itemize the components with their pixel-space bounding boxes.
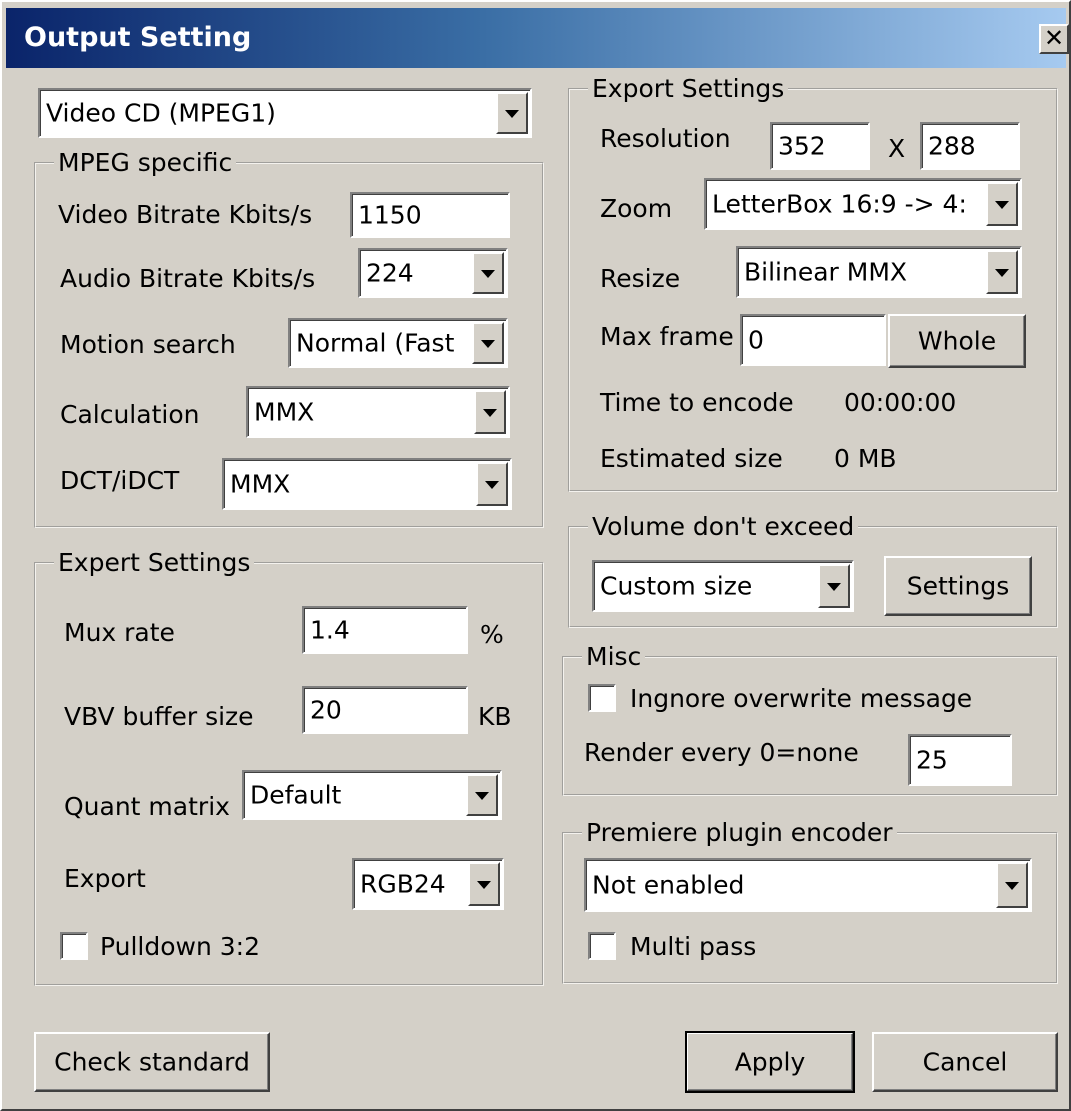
resolution-width-field[interactable]: 352	[770, 122, 870, 170]
quant-matrix-value: Default	[250, 780, 342, 810]
misc-legend: Misc	[582, 642, 646, 671]
resize-value: Bilinear MMX	[744, 257, 908, 287]
chevron-down-icon[interactable]	[996, 862, 1028, 908]
resolution-width-value: 352	[778, 131, 826, 161]
volume-settings-button[interactable]: Settings	[884, 556, 1032, 616]
pulldown-checkbox[interactable]	[60, 932, 88, 960]
chevron-down-icon[interactable]	[468, 862, 500, 906]
premiere-encoder-select[interactable]: Not enabled	[584, 858, 1032, 912]
expert-settings-legend: Expert Settings	[54, 548, 255, 577]
format-select[interactable]: Video CD (MPEG1)	[38, 88, 532, 138]
time-to-encode-label: Time to encode	[600, 388, 794, 417]
estimated-size-value: 0 MB	[834, 444, 897, 473]
motion-search-value: Normal (Fast	[296, 328, 455, 358]
resize-select[interactable]: Bilinear MMX	[736, 246, 1022, 298]
quant-matrix-select[interactable]: Default	[242, 770, 502, 820]
estimated-size-label: Estimated size	[600, 444, 783, 473]
chevron-down-icon[interactable]	[472, 252, 504, 294]
resolution-height-field[interactable]: 288	[920, 122, 1020, 170]
audio-bitrate-select[interactable]: 224	[358, 248, 508, 298]
format-select-value: Video CD (MPEG1)	[46, 98, 276, 128]
zoom-value: LetterBox 16:9 -> 4:	[712, 189, 967, 219]
max-frame-label: Max frame	[600, 322, 734, 351]
chevron-down-icon[interactable]	[986, 250, 1018, 294]
cancel-button[interactable]: Cancel	[872, 1032, 1058, 1092]
pulldown-label[interactable]: Pulldown 3:2	[100, 932, 260, 961]
chevron-down-icon[interactable]	[986, 182, 1018, 226]
mux-rate-label: Mux rate	[64, 618, 175, 647]
export-format-value: RGB24	[360, 869, 446, 899]
vbv-buffer-value: 20	[310, 695, 342, 725]
close-icon[interactable]: ✕	[1039, 24, 1069, 54]
resolution-x-label: X	[888, 134, 906, 163]
volume-legend: Volume don't exceed	[588, 512, 859, 541]
vbv-buffer-label: VBV buffer size	[64, 702, 254, 731]
dct-label: DCT/iDCT	[60, 466, 180, 495]
multi-pass-checkbox[interactable]	[588, 932, 616, 960]
whole-button-label: Whole	[917, 326, 997, 356]
mpeg-specific-legend: MPEG specific	[54, 148, 237, 177]
ignore-overwrite-checkbox[interactable]	[588, 684, 616, 712]
resolution-label: Resolution	[600, 124, 731, 153]
mux-rate-value: 1.4	[310, 615, 350, 645]
audio-bitrate-label: Audio Bitrate Kbits/s	[60, 264, 316, 293]
zoom-label: Zoom	[600, 194, 673, 223]
export-settings-legend: Export Settings	[588, 74, 789, 103]
multi-pass-label[interactable]: Multi pass	[630, 932, 756, 961]
zoom-select[interactable]: LetterBox 16:9 -> 4:	[704, 178, 1022, 230]
dct-value: MMX	[230, 469, 291, 499]
motion-search-select[interactable]: Normal (Fast	[288, 318, 508, 368]
resize-label: Resize	[600, 264, 681, 293]
dct-select[interactable]: MMX	[222, 458, 512, 510]
render-every-label: Render every 0=none	[584, 738, 859, 767]
chevron-down-icon[interactable]	[476, 462, 508, 506]
chevron-down-icon[interactable]	[496, 92, 528, 134]
apply-label: Apply	[734, 1047, 806, 1077]
render-every-field[interactable]: 25	[908, 734, 1012, 786]
motion-search-label: Motion search	[60, 330, 236, 359]
window-title: Output Setting	[24, 22, 252, 53]
max-frame-value: 0	[748, 325, 764, 355]
chevron-down-icon[interactable]	[818, 564, 850, 608]
premiere-encoder-value: Not enabled	[592, 870, 745, 900]
volume-size-select[interactable]: Custom size	[592, 560, 854, 612]
chevron-down-icon[interactable]	[472, 322, 504, 364]
vbv-buffer-field[interactable]: 20	[302, 686, 468, 734]
volume-size-value: Custom size	[600, 571, 753, 601]
output-setting-dialog: Output Setting ✕ Video CD (MPEG1) MPEG s…	[0, 0, 1071, 1111]
cancel-label: Cancel	[922, 1047, 1008, 1077]
chevron-down-icon[interactable]	[474, 390, 506, 434]
video-bitrate-field[interactable]: 1150	[350, 192, 510, 238]
time-to-encode-value: 00:00:00	[844, 388, 957, 417]
export-format-select[interactable]: RGB24	[352, 858, 504, 910]
check-standard-button[interactable]: Check standard	[34, 1032, 270, 1092]
apply-button[interactable]: Apply	[685, 1031, 855, 1093]
calculation-value: MMX	[254, 397, 315, 427]
vbv-buffer-unit: KB	[478, 702, 512, 731]
title-bar[interactable]: Output Setting ✕	[6, 8, 1069, 68]
render-every-value: 25	[916, 745, 948, 775]
chevron-down-icon[interactable]	[466, 774, 498, 816]
calculation-label: Calculation	[60, 400, 200, 429]
export-format-label: Export	[64, 864, 146, 893]
whole-button[interactable]: Whole	[888, 314, 1026, 368]
resolution-height-value: 288	[928, 131, 976, 161]
ignore-overwrite-label[interactable]: Ingnore overwrite message	[630, 684, 972, 713]
calculation-select[interactable]: MMX	[246, 386, 510, 438]
mux-rate-field[interactable]: 1.4	[302, 606, 468, 654]
check-standard-label: Check standard	[54, 1047, 250, 1077]
mux-rate-unit: %	[480, 620, 504, 649]
video-bitrate-value: 1150	[358, 200, 422, 230]
max-frame-field[interactable]: 0	[740, 314, 886, 366]
audio-bitrate-value: 224	[366, 258, 414, 288]
premiere-legend: Premiere plugin encoder	[582, 818, 897, 847]
quant-matrix-label: Quant matrix	[64, 792, 230, 821]
video-bitrate-label: Video Bitrate Kbits/s	[58, 200, 313, 229]
volume-settings-label: Settings	[906, 571, 1010, 601]
